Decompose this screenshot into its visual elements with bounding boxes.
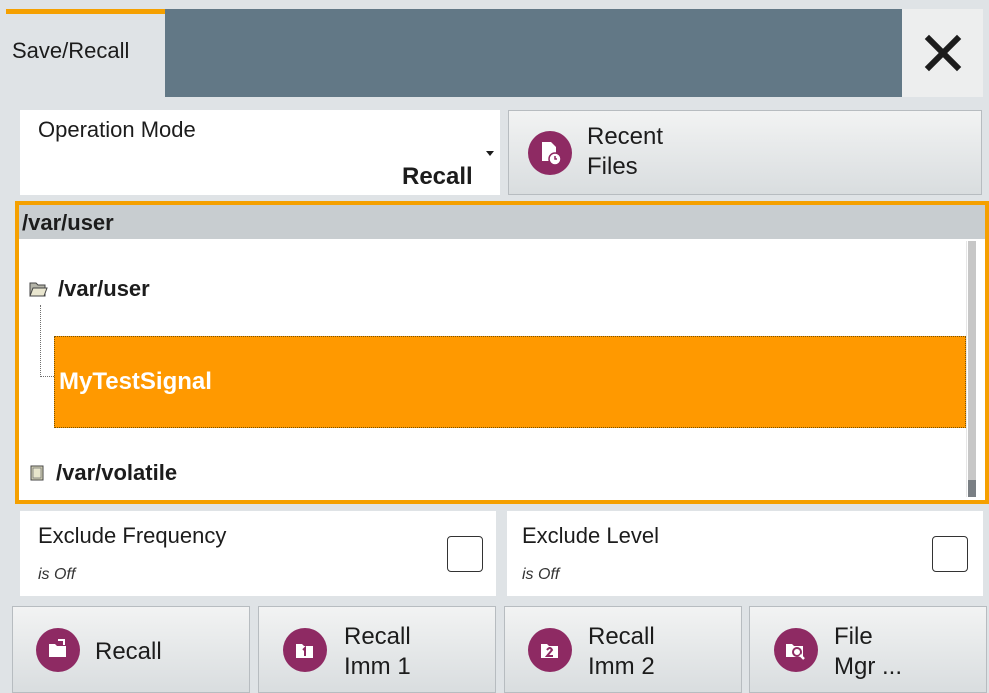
close-icon [924, 34, 961, 72]
folder-icon [30, 465, 44, 481]
tab-title: Save/Recall [12, 38, 130, 63]
operation-mode-value: Recall [402, 163, 473, 190]
recall-imm1-label: Recall Imm 1 [344, 623, 411, 680]
exclude-level-checkbox[interactable] [932, 536, 968, 572]
recent-files-button[interactable] [508, 110, 982, 195]
current-path: /var/user [22, 210, 114, 235]
tree-item-label: /var/user [58, 276, 150, 301]
exclude-frequency-state: is Off [38, 566, 76, 583]
file-manager-label: File Mgr ... [834, 623, 903, 680]
exclude-frequency-checkbox[interactable] [447, 536, 483, 572]
exclude-level-state: is Off [522, 566, 560, 583]
tree-connector [40, 305, 54, 377]
tree-item-label: MyTestSignal [59, 368, 212, 395]
recall-icon [36, 628, 80, 672]
tree-item-var-user[interactable]: /var/user [28, 276, 150, 302]
file-manager-icon [774, 628, 818, 672]
dropdown-arrow-icon [486, 151, 494, 156]
scrollbar-thumb[interactable] [968, 480, 976, 497]
path-header [19, 205, 985, 239]
recall-imm1-icon [283, 628, 327, 672]
scrollbar-track [968, 241, 976, 480]
recent-files-icon [528, 131, 572, 175]
tree-item-label: /var/volatile [56, 460, 178, 485]
close-button[interactable] [902, 9, 983, 97]
exclude-level-label: Exclude Level [522, 523, 659, 548]
recall-imm2-label: Recall Imm 2 [588, 623, 655, 680]
exclude-frequency-label: Exclude Frequency [38, 523, 227, 548]
recent-files-label: Recent Files [587, 123, 664, 180]
operation-mode-label: Operation Mode [38, 117, 196, 142]
open-folder-icon [29, 282, 48, 297]
recall-label: Recall [95, 638, 162, 665]
recall-imm2-icon [528, 628, 572, 672]
tree-item-var-volatile[interactable]: /var/volatile [28, 460, 177, 486]
